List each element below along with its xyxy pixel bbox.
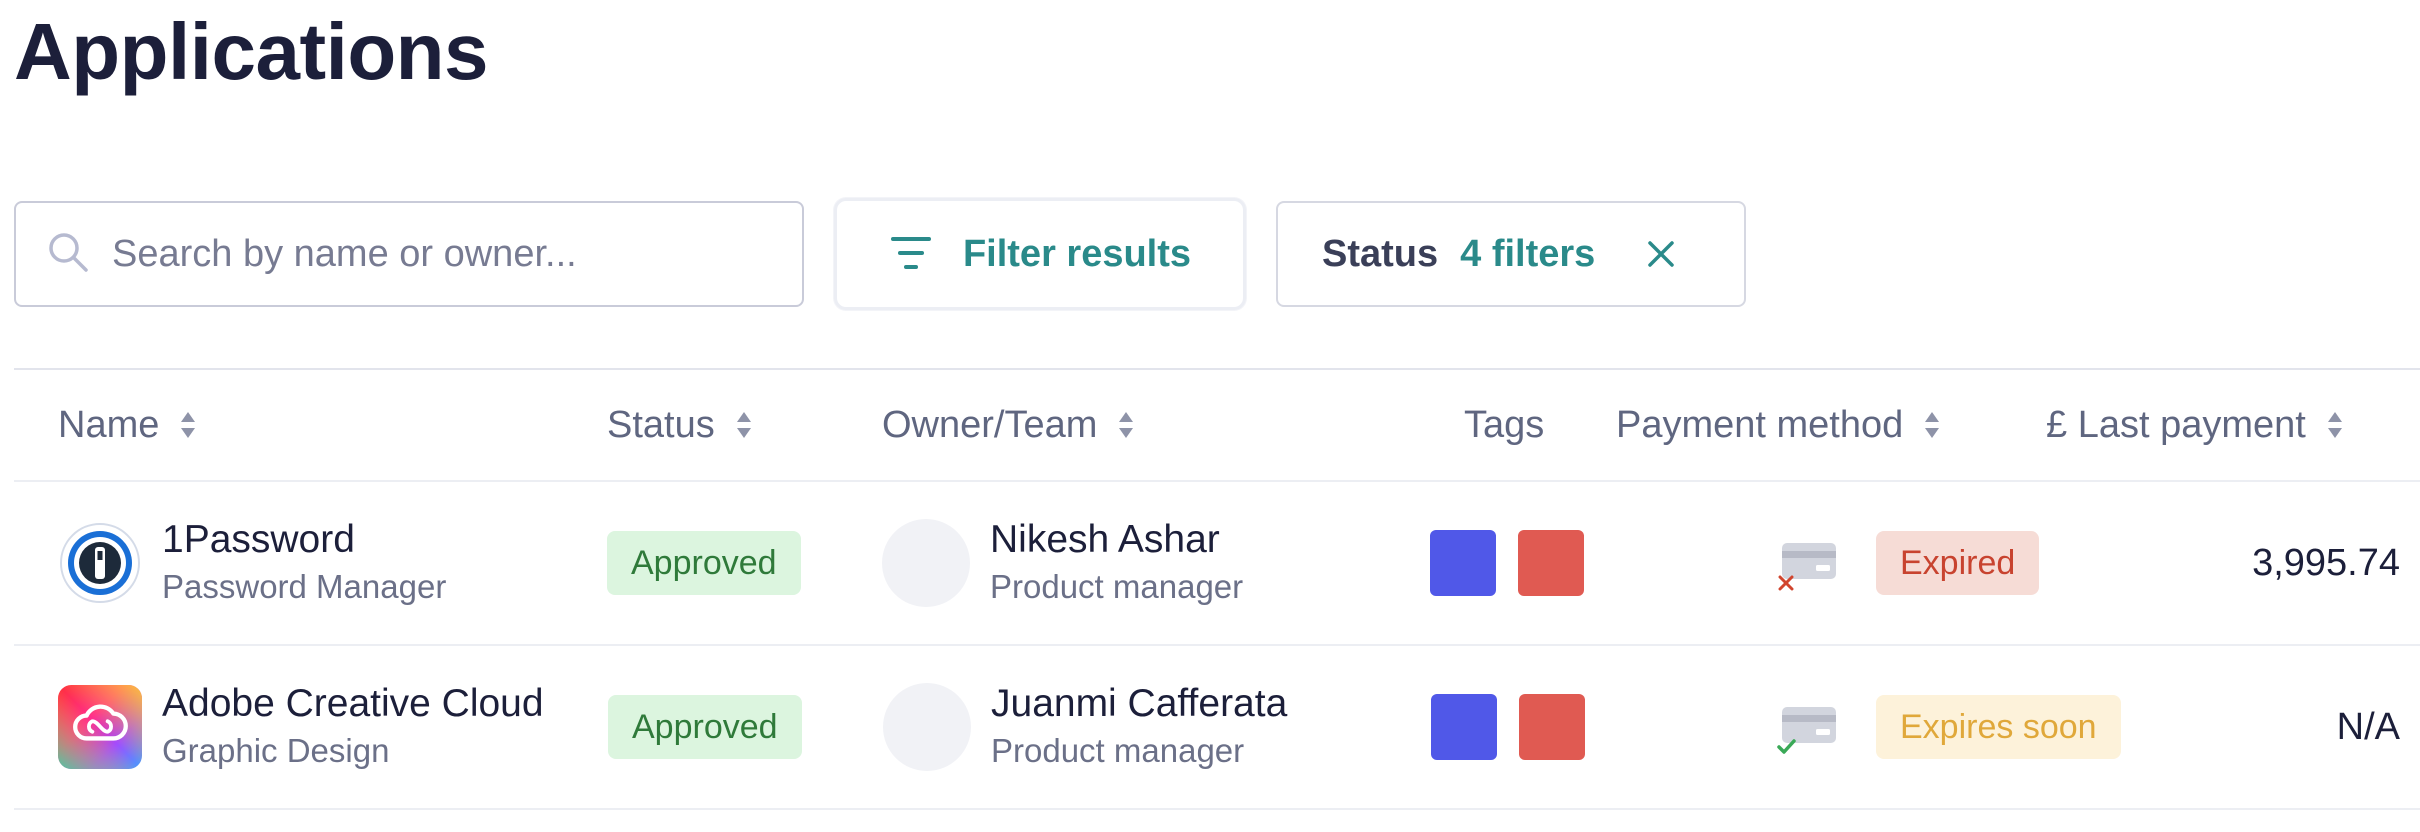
status-badge: Approved	[608, 695, 802, 759]
status-filter-chip[interactable]: Status 4 filters	[1276, 201, 1746, 307]
column-header-owner-team[interactable]: Owner/Team	[882, 370, 1135, 480]
owner-cell[interactable]: Nikesh Ashar Product manager	[882, 482, 1243, 644]
search-box[interactable]	[14, 201, 804, 307]
column-header-last-payment[interactable]: £ Last payment	[2046, 370, 2344, 480]
payment-method-cell: Expired	[1776, 482, 2040, 644]
search-input[interactable]	[110, 231, 794, 277]
app-name-cell[interactable]: Adobe Creative Cloud Graphic Design	[58, 646, 544, 808]
sort-icon[interactable]	[1117, 410, 1135, 440]
column-header-last-payment-label: £ Last payment	[2046, 403, 2306, 446]
app-name-block: 1Password Password Manager	[162, 516, 446, 610]
app-category: Password Manager	[162, 568, 447, 605]
payment-method-cell: Expires soon	[1776, 646, 2121, 808]
sort-icon[interactable]	[2326, 410, 2344, 440]
app-name-block: Adobe Creative Cloud Graphic Design	[162, 680, 544, 774]
owner-name: Nikesh Ashar	[990, 518, 1220, 561]
filter-results-label: Filter results	[962, 232, 1192, 275]
search-icon	[46, 230, 90, 279]
column-header-payment-method[interactable]: Payment method	[1616, 370, 1941, 480]
card-ok-icon	[1776, 697, 1836, 757]
column-header-name[interactable]: Name	[58, 370, 197, 480]
payment-status-badge: Expired	[1876, 531, 2040, 595]
app-name[interactable]: 1Password	[162, 516, 446, 564]
payment-status-badge: Expires soon	[1876, 695, 2121, 759]
status-filter-count: 4 filters	[1460, 232, 1596, 275]
clear-filter-close-icon[interactable]	[1645, 238, 1677, 270]
page-title: Applications	[14, 7, 489, 96]
owner-role: Product manager	[990, 568, 1244, 605]
last-payment-cell: N/A	[2100, 646, 2400, 808]
column-header-owner-team-label: Owner/Team	[882, 403, 1098, 446]
column-header-status-label: Status	[607, 403, 715, 446]
filter-results-button[interactable]: Filter results	[834, 198, 1246, 310]
column-header-name-label: Name	[58, 403, 160, 446]
sort-icon[interactable]	[1923, 410, 1941, 440]
table-row[interactable]: Adobe Creative Cloud Graphic Design Appr…	[14, 646, 2420, 810]
status-filter-label: Status	[1322, 232, 1439, 275]
owner-block: Juanmi Cafferata Product manager	[991, 680, 1287, 774]
adobe-creative-cloud-logo-icon	[58, 685, 142, 769]
status-badge: Approved	[607, 531, 801, 595]
owner-name: Juanmi Cafferata	[991, 682, 1288, 725]
column-header-tags: Tags	[1464, 370, 1544, 480]
status-cell: Approved	[608, 646, 802, 808]
avatar	[883, 683, 971, 771]
sort-icon[interactable]	[179, 410, 197, 440]
column-header-tags-label: Tags	[1464, 403, 1545, 446]
owner-block: Nikesh Ashar Product manager	[990, 516, 1243, 610]
tags-cell	[1431, 646, 1607, 808]
tags-cell	[1430, 482, 1606, 644]
last-payment-amount: 3,995.74	[2252, 541, 2400, 584]
tag-swatch[interactable]	[1518, 530, 1584, 596]
table-header-row: Name Status Owner/Team Tags Payment meth…	[14, 370, 2420, 482]
applications-page: Applications Filter results Sta	[0, 0, 2420, 832]
applications-table: Name Status Owner/Team Tags Payment meth…	[14, 368, 2420, 810]
column-header-payment-method-label: Payment method	[1616, 403, 1904, 446]
tag-swatch[interactable]	[1430, 530, 1496, 596]
toolbar: Filter results Status 4 filters	[14, 198, 1746, 310]
owner-role: Product manager	[991, 732, 1245, 769]
tag-swatch[interactable]	[1431, 694, 1497, 760]
status-cell: Approved	[607, 482, 801, 644]
app-name-cell[interactable]: 1Password Password Manager	[58, 482, 446, 644]
sort-icon[interactable]	[735, 410, 753, 440]
avatar	[882, 519, 970, 607]
1password-logo-icon	[58, 521, 142, 605]
owner-cell[interactable]: Juanmi Cafferata Product manager	[883, 646, 1287, 808]
app-category: Graphic Design	[162, 732, 390, 769]
card-error-icon	[1776, 533, 1836, 593]
column-header-status[interactable]: Status	[607, 370, 753, 480]
filter-icon	[889, 235, 933, 274]
tag-swatch[interactable]	[1519, 694, 1585, 760]
last-payment-cell: 3,995.74	[2100, 482, 2400, 644]
table-row[interactable]: 1Password Password Manager Approved Nike…	[14, 482, 2420, 646]
last-payment-amount: N/A	[2336, 705, 2400, 748]
app-name[interactable]: Adobe Creative Cloud	[162, 680, 544, 728]
